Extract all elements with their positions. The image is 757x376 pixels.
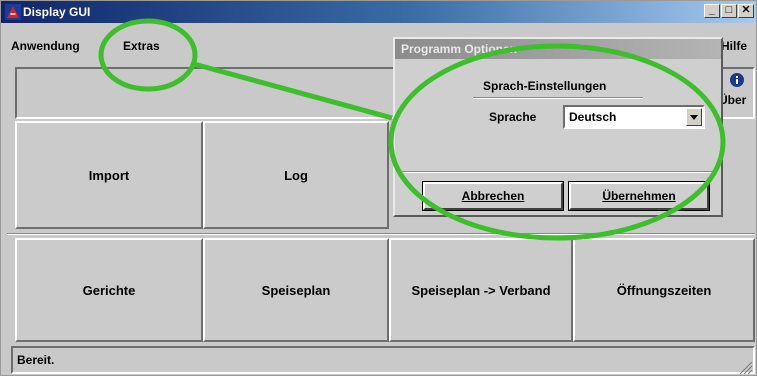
maximize-button[interactable]: □ (721, 4, 737, 18)
section-heading: Sprach-Einstellungen (483, 79, 607, 93)
log-button[interactable]: Log (203, 121, 389, 229)
language-label: Sprache (489, 110, 537, 124)
about-button[interactable]: Über (719, 67, 756, 113)
app-logo-icon (5, 4, 21, 20)
import-button[interactable]: Import (15, 121, 203, 229)
gerichte-button[interactable]: Gerichte (15, 238, 203, 342)
status-text: Bereit. (17, 353, 55, 367)
language-value: Deutsch (569, 110, 617, 124)
oeffnungszeiten-button[interactable]: Öffnungszeiten (573, 238, 755, 342)
about-label: Über (719, 93, 747, 107)
section-divider (473, 97, 643, 99)
title-bar[interactable]: Display GUI _ □ ✕ (1, 1, 756, 23)
minimize-button[interactable]: _ (704, 4, 720, 18)
row-divider (7, 233, 755, 235)
speiseplan-verband-button[interactable]: Speiseplan -> Verband (389, 238, 573, 342)
language-select[interactable]: Deutsch (563, 105, 705, 129)
dialog-title: Programm Optionen (401, 42, 518, 56)
dropdown-arrow-button[interactable] (686, 108, 702, 126)
menu-extras[interactable]: Extras (123, 39, 160, 53)
cancel-button[interactable]: Abbrechen (422, 181, 564, 211)
speiseplan-button[interactable]: Speiseplan (203, 238, 389, 342)
menu-hilfe[interactable]: Hilfe (721, 39, 747, 53)
close-button[interactable]: ✕ (738, 4, 754, 18)
app-window: Display GUI _ □ ✕ Anwendung Extras Hilfe… (0, 0, 757, 376)
dialog-title-bar[interactable]: Programm Optionen (395, 39, 721, 59)
chevron-down-icon (690, 115, 698, 120)
resize-grip-icon[interactable] (737, 359, 753, 375)
info-icon (730, 73, 744, 87)
options-dialog: Programm Optionen Sprach-Einstellungen S… (393, 37, 723, 217)
status-bar: Bereit. (11, 346, 755, 374)
apply-button[interactable]: Übernehmen (568, 181, 710, 211)
menu-anwendung[interactable]: Anwendung (11, 39, 80, 53)
window-title: Display GUI (23, 5, 91, 19)
dialog-divider (397, 171, 717, 173)
